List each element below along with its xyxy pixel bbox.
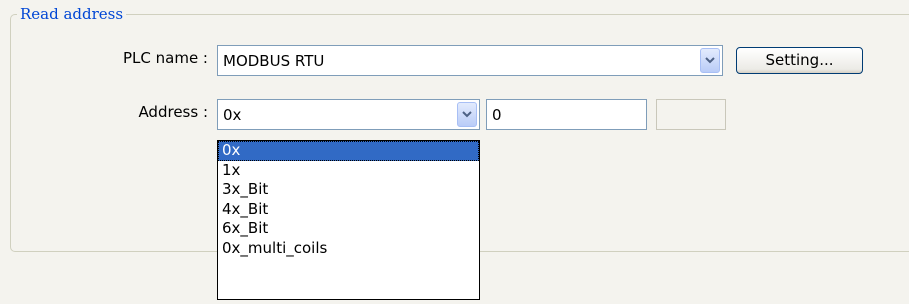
address-number-input[interactable]: 0 (486, 99, 647, 130)
plc-name-combo[interactable]: MODBUS RTU (217, 45, 723, 76)
address-type-dropdown-list[interactable]: 0x 1x 3x_Bit 4x_Bit 6x_Bit 0x_multi_coil… (217, 140, 480, 300)
address-type-combo[interactable]: 0x (217, 99, 480, 130)
dropdown-option-6x-bit[interactable]: 6x_Bit (218, 219, 479, 239)
group-title: Read address (17, 4, 127, 24)
dropdown-option-3x-bit[interactable]: 3x_Bit (218, 180, 479, 200)
chevron-down-icon[interactable] (457, 102, 477, 127)
dropdown-option-0x[interactable]: 0x (218, 141, 479, 161)
dropdown-option-0x-multi-coils[interactable]: 0x_multi_coils (218, 239, 479, 259)
address-number-value: 0 (492, 106, 502, 124)
plc-name-value: MODBUS RTU (223, 52, 325, 70)
plc-name-label: PLC name : (122, 49, 208, 67)
dropdown-option-4x-bit[interactable]: 4x_Bit (218, 200, 479, 220)
address-type-value: 0x (223, 106, 242, 124)
address-extra-field (656, 99, 726, 130)
address-label: Address : (138, 103, 208, 121)
chevron-down-icon[interactable] (700, 48, 720, 73)
dropdown-option-1x[interactable]: 1x (218, 161, 479, 181)
setting-button[interactable]: Setting... (736, 47, 863, 74)
